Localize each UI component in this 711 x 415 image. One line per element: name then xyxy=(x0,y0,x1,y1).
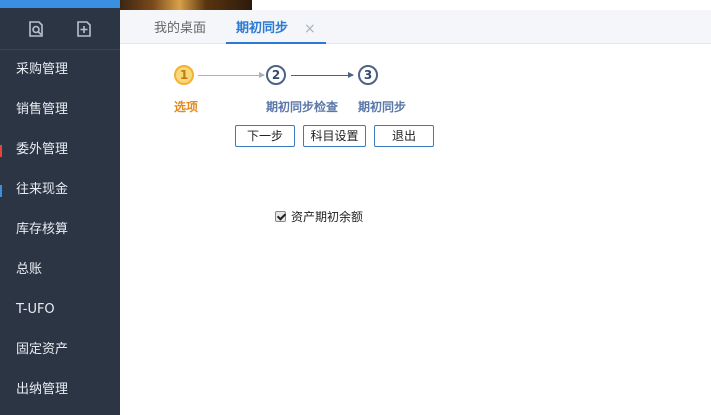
tab-my-desktop[interactable]: 我的桌面 xyxy=(154,10,206,44)
sidebar-item-t-ufo[interactable]: T-UFO xyxy=(0,290,120,330)
sidebar-item-sales[interactable]: 销售管理 xyxy=(0,90,120,130)
account-settings-button[interactable]: 科目设置 xyxy=(303,125,366,147)
sidebar-menu: 采购管理 销售管理 委外管理 往来现金 库存核算 总账 T-UFO 固定资产 出… xyxy=(0,50,120,410)
exit-button[interactable]: 退出 xyxy=(374,125,434,147)
step-2-circle: 2 xyxy=(266,65,286,85)
sidebar-item-general-ledger[interactable]: 总账 xyxy=(0,250,120,290)
step-2-label: 期初同步检查 xyxy=(266,100,339,114)
step-3-label: 期初同步 xyxy=(358,100,407,114)
sidebar: 采购管理 销售管理 委外管理 往来现金 库存核算 总账 T-UFO 固定资产 出… xyxy=(0,0,120,415)
asset-balance-option: 资产期初余额 xyxy=(275,208,363,225)
asset-balance-checkbox[interactable] xyxy=(275,211,286,222)
step-1-circle: 1 xyxy=(174,65,194,85)
search-doc-icon[interactable] xyxy=(25,18,47,40)
step-1-label: 选项 xyxy=(174,100,199,114)
step-arrow-1 xyxy=(198,72,265,78)
sidebar-item-purchase[interactable]: 采购管理 xyxy=(0,50,120,90)
sidebar-item-inventory-accounting[interactable]: 库存核算 xyxy=(0,210,120,250)
main-content: 1 2 3 选项 期初同步检查 期初同步 下一步 科目设置 退出 资产期初余额 xyxy=(120,45,711,415)
sidebar-item-cashier[interactable]: 出纳管理 xyxy=(0,370,120,410)
tab-opening-sync-label: 期初同步 xyxy=(236,21,289,36)
banner-image xyxy=(120,0,252,10)
add-doc-icon[interactable] xyxy=(73,18,95,40)
step-3-circle: 3 xyxy=(358,65,378,85)
tab-bar: 我的桌面 期初同步 × xyxy=(120,10,711,44)
app-window: 采购管理 销售管理 委外管理 往来现金 库存核算 总账 T-UFO 固定资产 出… xyxy=(0,0,711,415)
asset-balance-label: 资产期初余额 xyxy=(291,210,364,224)
sidebar-toolbar xyxy=(0,8,120,50)
sidebar-top-strip xyxy=(0,0,120,8)
tab-opening-sync[interactable]: 期初同步 × xyxy=(226,10,326,44)
sidebar-item-fixed-assets[interactable]: 固定资产 xyxy=(0,330,120,370)
sidebar-item-outsourcing[interactable]: 委外管理 xyxy=(0,130,120,170)
close-icon[interactable]: × xyxy=(304,10,316,48)
step-arrow-2 xyxy=(291,72,354,78)
sidebar-item-receivables-cash[interactable]: 往来现金 xyxy=(0,170,120,210)
next-step-button[interactable]: 下一步 xyxy=(235,125,295,147)
